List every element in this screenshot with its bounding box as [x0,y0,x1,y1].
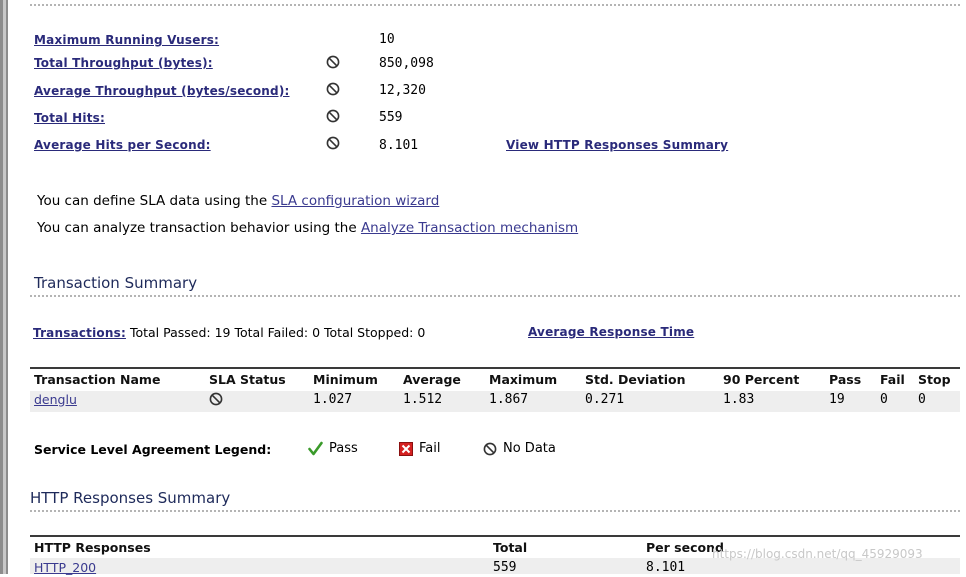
col-stop: Stop [918,371,951,387]
cell-average: 1.512 [403,391,443,407]
sla-analyze-text: You can analyze transaction behavior usi… [37,220,361,236]
transactions-link[interactable]: Transactions: [33,326,126,340]
sla-configuration-wizard-link[interactable]: SLA configuration wizard [271,193,439,209]
watermark-text: https://blog.csdn.net/qq_45929093 [712,547,923,561]
no-data-icon [326,55,340,69]
analyze-transaction-link[interactable]: Analyze Transaction mechanism [361,220,578,236]
stat-value-average-throughput: 12,320 [379,83,426,98]
transactions-summary-line: Transactions: Total Passed: 19 Total Fai… [33,325,425,340]
transaction-name-link[interactable]: denglu [34,392,77,407]
cell-std-deviation: 0.271 [585,391,625,407]
legend-pass-label: Pass [329,441,358,456]
sla-analyze-line: You can analyze transaction behavior usi… [37,220,578,236]
col-sla-status: SLA Status [209,371,286,387]
cell-stop: 0 [918,391,926,407]
transaction-summary-title: Transaction Summary [34,274,198,292]
stat-label-max-vusers[interactable]: Maximum Running Vusers: [34,33,219,47]
no-data-icon [326,109,340,123]
http-summary-title: HTTP Responses Summary [30,489,231,507]
stat-label-total-hits[interactable]: Total Hits: [34,111,105,125]
col-pass: Pass [829,371,862,387]
sla-legend-title: Service Level Agreement Legend: [34,442,272,457]
no-data-icon [326,136,340,150]
col-minimum: Minimum [313,371,378,387]
legend-no-data-label: No Data [503,441,556,456]
stat-value-average-hits: 8.101 [379,138,419,153]
col-90-percent: 90 Percent [723,371,800,387]
cell-total: 559 [493,559,517,575]
transactions-summary-text: Total Passed: 19 Total Failed: 0 Total S… [129,325,426,340]
stat-value-total-hits: 559 [379,110,403,125]
sla-define-line: You can define SLA data using the SLA co… [37,193,439,209]
transaction-table: Transaction Name SLA Status Minimum Aver… [30,369,960,409]
view-http-responses-link[interactable]: View HTTP Responses Summary [506,138,728,152]
http-summary-divider [30,510,960,512]
col-maximum: Maximum [489,371,558,387]
http-response-link[interactable]: HTTP_200 [34,560,96,575]
col-fail: Fail [880,371,905,387]
col-std-deviation: Std. Deviation [585,371,686,387]
sla-define-text: You can define SLA data using the [37,193,272,209]
check-icon [308,441,323,456]
legend-no-data: No Data [483,441,556,456]
transaction-table-header: Transaction Name SLA Status Minimum Aver… [30,369,960,389]
legend-fail: Fail [399,441,440,456]
stat-label-average-hits[interactable]: Average Hits per Second: [34,138,211,152]
col-http-responses: HTTP Responses [34,539,151,555]
cell-minimum: 1.027 [313,391,353,407]
average-response-time-link[interactable]: Average Response Time [528,325,694,339]
legend-pass: Pass [308,441,358,456]
legend-fail-label: Fail [419,441,441,456]
col-average: Average [403,371,461,387]
no-data-icon [209,392,223,405]
no-data-icon [326,82,340,96]
col-transaction-name: Transaction Name [34,371,161,387]
top-divider [30,4,960,6]
col-total: Total [493,539,528,555]
window-left-border [0,0,8,574]
stat-label-average-throughput[interactable]: Average Throughput (bytes/second): [34,84,290,98]
stat-label-total-throughput[interactable]: Total Throughput (bytes): [34,56,213,70]
cell-90-percent: 1.83 [723,391,755,407]
stat-value-max-vusers: 10 [379,32,395,47]
transaction-summary-divider [30,295,960,297]
stat-value-total-throughput: 850,098 [379,56,434,71]
no-data-icon [483,442,497,455]
cell-fail: 0 [880,391,888,407]
table-row: denglu 1.027 1.512 1.867 0.271 1.83 19 0… [30,389,960,409]
cell-pass: 19 [829,391,845,407]
fail-x-icon [399,441,413,456]
cell-maximum: 1.867 [489,391,529,407]
